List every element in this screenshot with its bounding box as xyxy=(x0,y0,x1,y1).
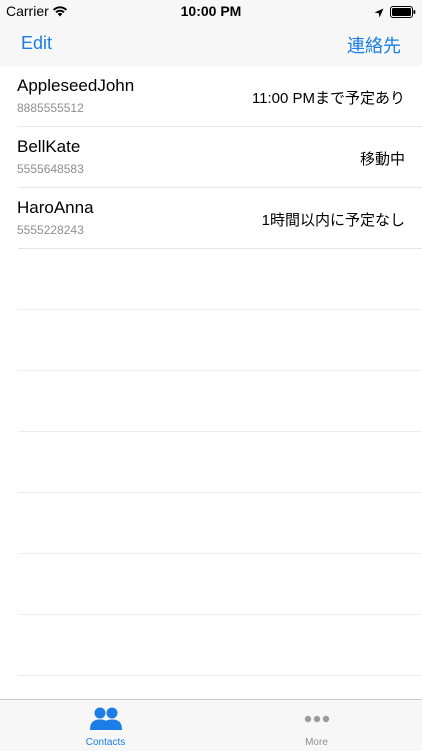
tab-label: More xyxy=(305,737,328,748)
tab-more[interactable]: More xyxy=(211,700,422,751)
clock-time: 10:00 PM xyxy=(180,3,242,19)
contact-name: BellKate xyxy=(17,137,81,156)
navigation-bar: Edit 連絡先 xyxy=(0,22,422,67)
tab-bar: Contacts More xyxy=(0,699,422,751)
status-bar: Carrier 10:00 PM xyxy=(0,0,422,22)
empty-list-row xyxy=(0,249,422,310)
empty-list-row xyxy=(0,371,422,432)
contact-name: AppleseedJohn xyxy=(17,76,135,95)
contact-status: 1時間以内に予定なし xyxy=(261,212,405,229)
more-icon xyxy=(303,706,331,737)
empty-list-row xyxy=(0,615,422,676)
empty-list-row xyxy=(0,554,422,615)
empty-list-row xyxy=(0,493,422,554)
contacts-nav-button[interactable]: 連絡先 xyxy=(347,32,401,58)
tab-contacts[interactable]: Contacts xyxy=(0,700,211,751)
contact-phone: 5555648583 xyxy=(17,162,84,176)
contact-phone: 5555228243 xyxy=(17,223,84,237)
battery-icon xyxy=(390,5,416,23)
empty-list-row xyxy=(0,432,422,493)
contact-row[interactable]: AppleseedJohn 8885555512 11:00 PMまで予定あり xyxy=(0,66,422,127)
contacts-icon xyxy=(89,706,123,737)
contacts-list: AppleseedJohn 8885555512 11:00 PMまで予定あり … xyxy=(0,66,422,699)
tab-label: Contacts xyxy=(85,737,126,748)
empty-list-row xyxy=(0,310,422,371)
contact-status: 11:00 PMまで予定あり xyxy=(251,90,405,107)
contact-row[interactable]: BellKate 5555648583 移動中 xyxy=(0,127,422,188)
location-arrow-icon xyxy=(374,5,384,23)
contact-phone: 8885555512 xyxy=(17,101,84,115)
contact-row[interactable]: HaroAnna 5555228243 1時間以内に予定なし xyxy=(0,188,422,249)
contact-status: 移動中 xyxy=(359,151,405,168)
contact-name: HaroAnna xyxy=(17,198,94,217)
edit-button[interactable]: Edit xyxy=(21,33,52,54)
